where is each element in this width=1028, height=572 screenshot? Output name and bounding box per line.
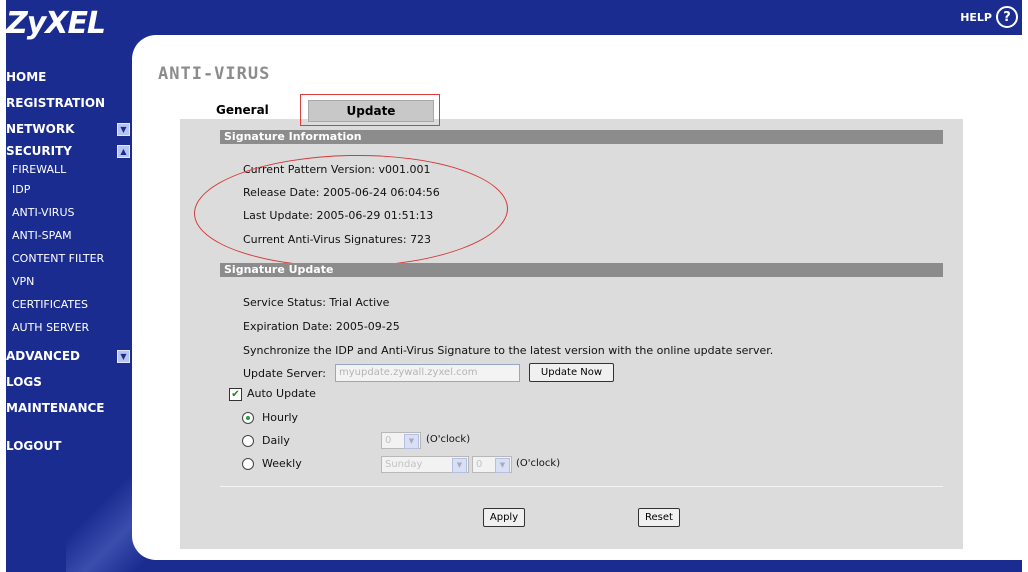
nav-registration[interactable]: REGISTRATION: [6, 90, 136, 116]
nav-maintenance-label: MAINTENANCE: [6, 401, 105, 415]
daily-radio[interactable]: [242, 435, 254, 447]
help-icon: ?: [996, 6, 1018, 28]
page-title: ANTI-VIRUS: [158, 64, 271, 84]
service-status: Service Status: Trial Active: [243, 296, 390, 309]
weekly-label: Weekly: [262, 457, 302, 470]
nav-home-label: HOME: [6, 70, 47, 84]
collapse-icon[interactable]: ▲: [117, 144, 130, 158]
nav-logout-label: LOGOUT: [6, 439, 62, 453]
tab-highlight-annotation: [300, 94, 440, 126]
weekly-day-select[interactable]: Sunday ▼: [381, 456, 469, 473]
weekly-radio[interactable]: [242, 458, 254, 470]
expand-icon[interactable]: ▼: [117, 122, 130, 136]
nav-item-content-filter[interactable]: CONTENT FILTER: [6, 247, 136, 270]
nav-network[interactable]: NETWORK ▼: [6, 116, 136, 142]
daily-label: Daily: [262, 434, 290, 447]
nav-security-label: SECURITY: [6, 144, 72, 158]
apply-button[interactable]: Apply: [483, 508, 525, 527]
weekly-day-value: Sunday: [385, 459, 423, 470]
daily-oclock-label: (O'clock): [426, 434, 471, 445]
chevron-down-icon: ▼: [495, 458, 510, 473]
signature-update-header: Signature Update: [220, 263, 943, 277]
zyxel-logo: ZyXEL: [6, 6, 106, 41]
daily-hour-select[interactable]: 0 ▼: [381, 432, 421, 449]
auto-update-checkbox[interactable]: ✔: [229, 388, 242, 401]
update-now-button[interactable]: Update Now: [529, 363, 614, 382]
hourly-label: Hourly: [262, 411, 299, 424]
nav-registration-label: REGISTRATION: [6, 96, 106, 110]
help-label: HELP: [960, 10, 992, 24]
nav-item-anti-spam[interactable]: ANTI-SPAM: [6, 224, 136, 247]
nav-item-auth-server[interactable]: AUTH SERVER: [6, 316, 136, 339]
nav-maintenance[interactable]: MAINTENANCE: [6, 395, 136, 421]
weekly-hour-value: 0: [476, 459, 483, 470]
weekly-hour-select[interactable]: 0 ▼: [472, 456, 512, 473]
chevron-down-icon: ▼: [452, 458, 467, 473]
sync-description: Synchronize the IDP and Anti-Virus Signa…: [243, 344, 774, 357]
nav-security[interactable]: SECURITY ▲: [6, 142, 136, 160]
signature-info-header: Signature Information: [220, 130, 943, 144]
nav-item-idp[interactable]: IDP: [6, 178, 136, 201]
chevron-down-icon: ▼: [404, 434, 419, 449]
reset-button[interactable]: Reset: [638, 508, 680, 527]
hourly-radio[interactable]: [242, 412, 254, 424]
nav-item-vpn[interactable]: VPN: [6, 270, 136, 293]
update-server-label: Update Server:: [243, 367, 326, 380]
expiration-date: Expiration Date: 2005-09-25: [243, 320, 400, 333]
tab-general[interactable]: General: [210, 100, 308, 120]
divider: [220, 486, 943, 487]
nav-advanced[interactable]: ADVANCED ▼: [6, 343, 136, 369]
nav-logout[interactable]: LOGOUT: [6, 433, 136, 459]
daily-hour-value: 0: [385, 435, 392, 446]
nav-logs[interactable]: LOGS: [6, 369, 136, 395]
auto-update-label: Auto Update: [247, 387, 316, 400]
sidebar-nav: HOME REGISTRATION NETWORK ▼ SECURITY ▲ F…: [6, 64, 136, 459]
nav-advanced-label: ADVANCED: [6, 349, 81, 363]
nav-item-certificates[interactable]: CERTIFICATES: [6, 293, 136, 316]
weekly-oclock-label: (O'clock): [516, 458, 561, 469]
nav-logs-label: LOGS: [6, 375, 42, 389]
expand-icon[interactable]: ▼: [117, 349, 130, 363]
nav-network-label: NETWORK: [6, 122, 75, 136]
nav-home[interactable]: HOME: [6, 64, 136, 90]
update-server-input[interactable]: myupdate.zywall.zyxel.com: [335, 364, 520, 382]
help-button[interactable]: HELP ?: [960, 6, 1018, 28]
nav-item-firewall[interactable]: FIREWALL: [6, 160, 136, 178]
nav-item-anti-virus[interactable]: ANTI-VIRUS: [6, 201, 136, 224]
